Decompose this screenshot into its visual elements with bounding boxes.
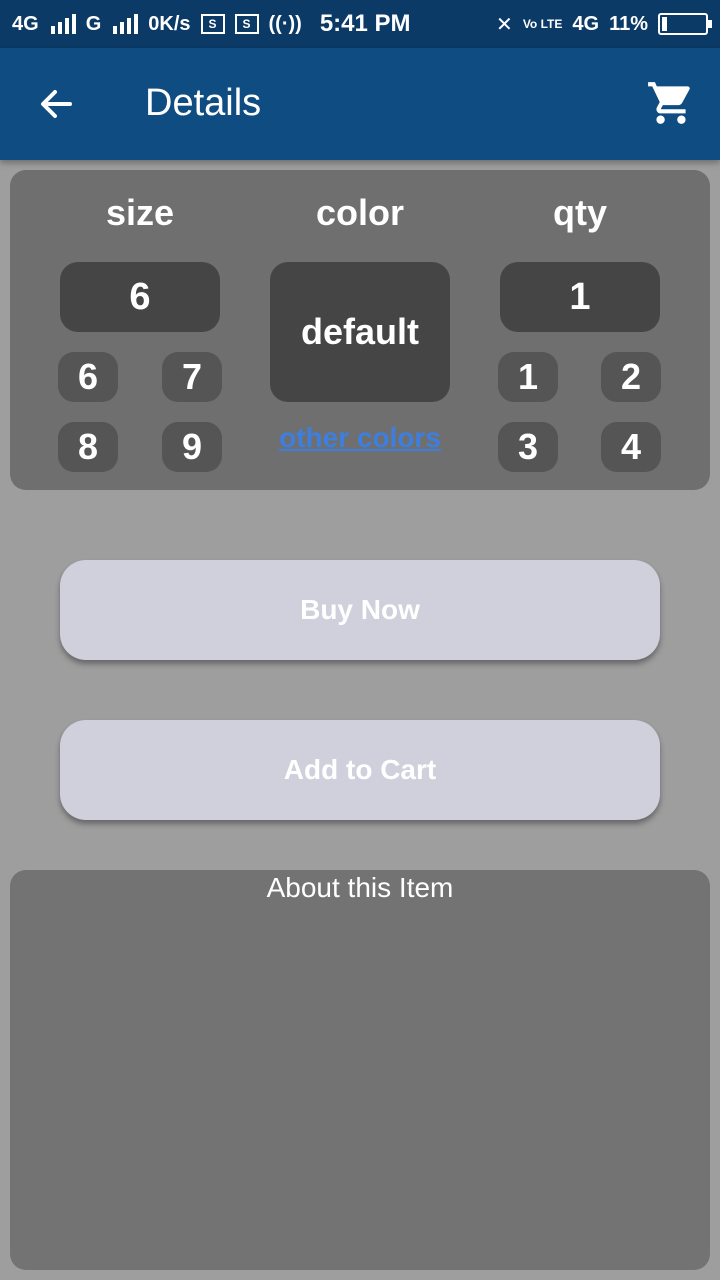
size-option-6[interactable]: 6 <box>58 352 118 402</box>
cart-icon <box>648 82 690 124</box>
other-colors-link[interactable]: other colors <box>270 422 450 454</box>
network-label-3: 4G <box>572 12 600 35</box>
data-speed: 0K/s <box>148 12 191 35</box>
app-bar: Details <box>0 48 720 160</box>
size-option-9[interactable]: 9 <box>162 422 222 472</box>
buy-now-button[interactable]: Buy Now <box>60 560 660 660</box>
qty-selected[interactable]: 1 <box>500 262 660 332</box>
size-option-7[interactable]: 7 <box>162 352 222 402</box>
signal-icon-2 <box>113 14 139 34</box>
back-button[interactable] <box>36 84 76 124</box>
network-label-2: G <box>85 12 102 35</box>
add-to-cart-button[interactable]: Add to Cart <box>60 720 660 820</box>
status-time: 5:41 PM <box>319 10 411 37</box>
about-title: About this Item <box>266 872 454 903</box>
options-panel: size color qty 6 default 1 6 7 8 9 other… <box>10 170 710 490</box>
status-left: 4G G 0K/s S S ((·)) 5:41 PM <box>12 10 411 38</box>
qty-option-3[interactable]: 3 <box>498 422 558 472</box>
color-label: color <box>315 192 404 233</box>
size-selected[interactable]: 6 <box>60 262 220 332</box>
network-label-1: 4G <box>12 12 39 35</box>
qty-option-1[interactable]: 1 <box>498 352 558 402</box>
color-selected[interactable]: default <box>270 262 450 402</box>
screenshot-icon-2: S <box>234 14 259 34</box>
status-bar: 4G G 0K/s S S ((·)) 5:41 PM ✕ Vo LTE 4G … <box>0 0 720 48</box>
arrow-left-icon <box>41 90 72 118</box>
qty-label: qty <box>553 192 607 233</box>
screenshot-icon: S <box>200 14 225 34</box>
size-option-8[interactable]: 8 <box>58 422 118 472</box>
status-right: ✕ Vo LTE 4G 11% <box>496 12 712 37</box>
battery-icon <box>658 13 712 35</box>
cart-button[interactable] <box>646 78 696 128</box>
page-title: Details <box>145 82 262 124</box>
size-label: size <box>105 192 175 233</box>
volte-label: Vo LTE <box>522 17 563 31</box>
mute-icon: ✕ <box>496 13 513 36</box>
signal-icon <box>50 14 76 34</box>
hotspot-icon: ((·)) <box>268 12 302 35</box>
qty-option-2[interactable]: 2 <box>601 352 661 402</box>
battery-percent: 11% <box>609 12 648 35</box>
qty-option-4[interactable]: 4 <box>601 422 661 472</box>
about-section: About this Item <box>10 870 710 1270</box>
